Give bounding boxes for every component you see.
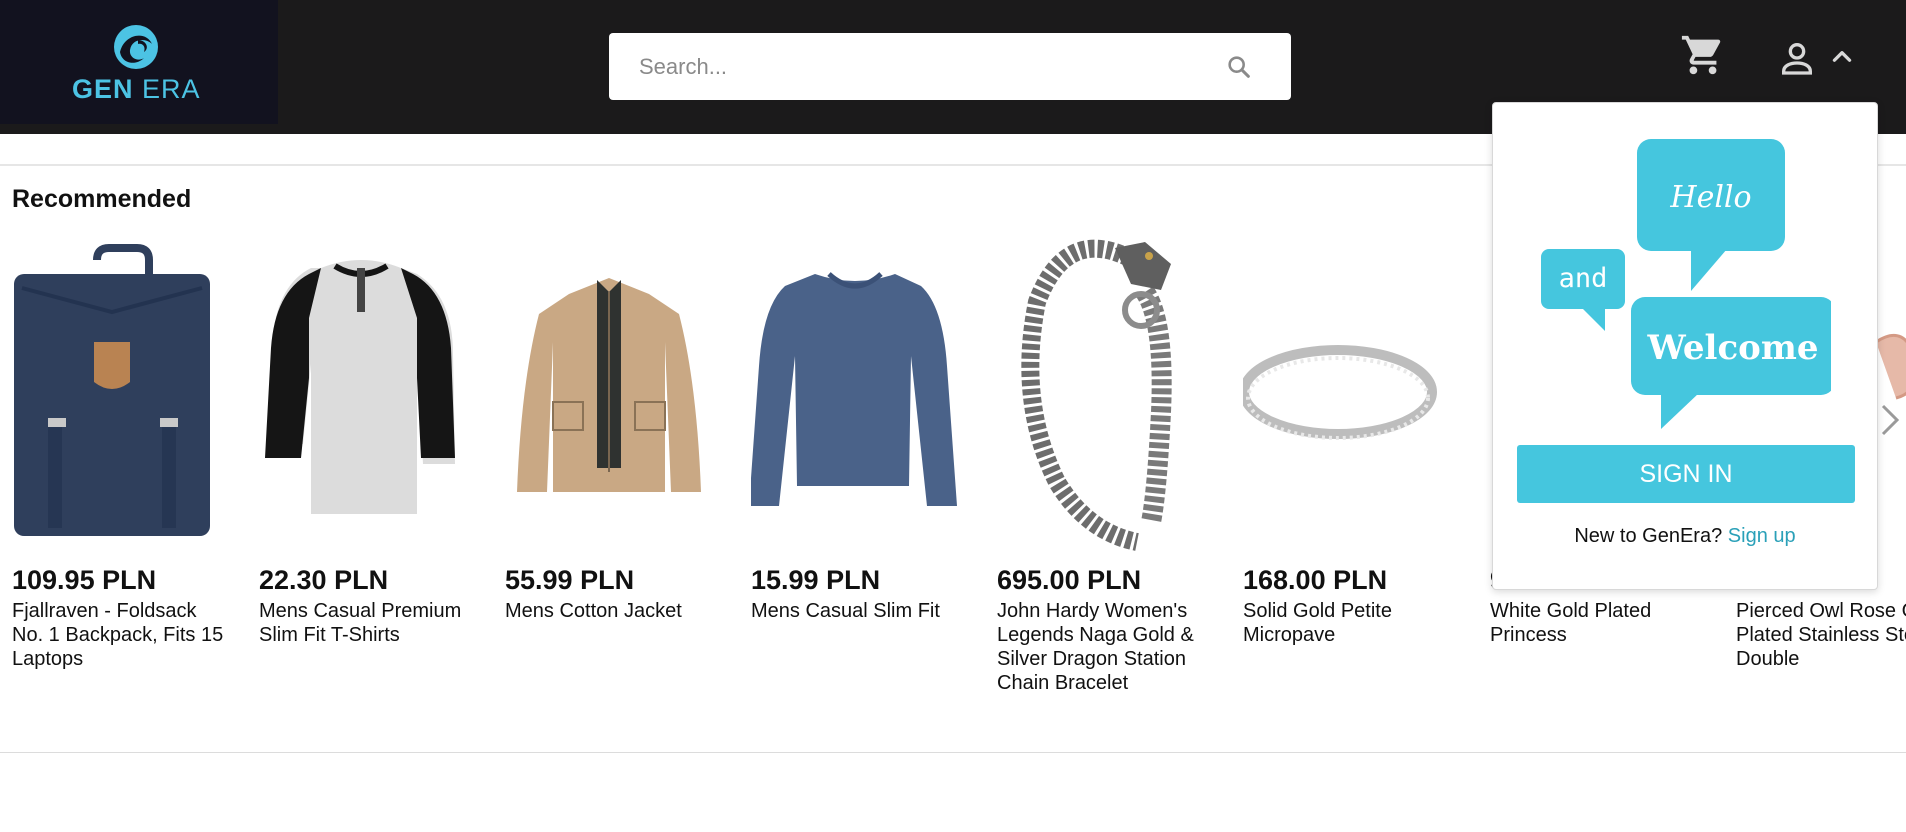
product-name[interactable]: Fjallraven - Foldsack No. 1 Backpack, Fi… bbox=[12, 599, 232, 671]
user-icon[interactable] bbox=[1777, 38, 1817, 78]
product-image-jacket[interactable] bbox=[505, 222, 735, 552]
sign-in-button[interactable]: SIGN IN bbox=[1517, 445, 1855, 503]
product-card[interactable]: 55.99 PLN Mens Cotton Jacket bbox=[505, 222, 735, 702]
product-price: 109.95 PLN bbox=[12, 565, 157, 595]
product-price: 15.99 PLN bbox=[751, 565, 881, 595]
search-bar[interactable]: Search... bbox=[609, 33, 1291, 100]
product-image-bracelet[interactable] bbox=[997, 222, 1227, 552]
product-name[interactable]: Mens Casual Slim Fit bbox=[751, 599, 971, 623]
product-name[interactable]: John Hardy Women's Legends Naga Gold & S… bbox=[997, 599, 1217, 695]
section-title: Recommended bbox=[12, 185, 192, 213]
product-card[interactable]: 695.00 PLN John Hardy Women's Legends Na… bbox=[997, 222, 1227, 702]
product-name[interactable]: Mens Casual Premium Slim Fit T-Shirts bbox=[259, 599, 479, 647]
product-image-longsleeve[interactable] bbox=[751, 222, 981, 552]
product-image-backpack[interactable] bbox=[12, 222, 242, 552]
signup-prompt: New to GenEra? Sign up bbox=[1493, 525, 1877, 548]
bubble-hello-text: Hello bbox=[1669, 180, 1751, 215]
bubble-welcome-text: Welcome bbox=[1647, 328, 1819, 368]
product-price: 168.00 PLN bbox=[1243, 565, 1388, 595]
sign-up-link[interactable]: Sign up bbox=[1728, 525, 1796, 547]
logo[interactable]: GEN ERA bbox=[0, 0, 278, 124]
chevron-right-icon[interactable] bbox=[1877, 402, 1903, 438]
product-card[interactable]: 109.95 PLN Fjallraven - Foldsack No. 1 B… bbox=[12, 222, 242, 702]
account-dropdown: Hello and Welcome SIGN IN New to GenEra?… bbox=[1492, 102, 1878, 590]
product-card[interactable]: 15.99 PLN Mens Casual Slim Fit bbox=[751, 222, 981, 702]
section-divider bbox=[0, 752, 1906, 753]
search-icon[interactable] bbox=[1225, 53, 1253, 81]
brand-name-light: ERA bbox=[142, 74, 201, 104]
chevron-up-icon[interactable] bbox=[1829, 44, 1855, 70]
cart-icon[interactable] bbox=[1680, 32, 1726, 78]
signup-prompt-text: New to GenEra? bbox=[1574, 525, 1723, 547]
bubble-and-text: and bbox=[1559, 263, 1608, 294]
product-price: 22.30 PLN bbox=[259, 565, 389, 595]
product-card[interactable]: 168.00 PLN Solid Gold Petite Micropave bbox=[1243, 222, 1473, 702]
product-card[interactable]: 22.30 PLN Mens Casual Premium Slim Fit T… bbox=[259, 222, 489, 702]
product-name[interactable]: Pierced Owl Rose Gold Plated Stainless S… bbox=[1736, 599, 1906, 671]
brand-name-bold: GEN bbox=[72, 74, 134, 104]
wave-logo-icon bbox=[114, 25, 158, 69]
product-name[interactable]: White Gold Plated Princess bbox=[1490, 599, 1710, 647]
product-image-ring[interactable] bbox=[1243, 222, 1473, 552]
product-image-tshirt[interactable] bbox=[259, 222, 489, 552]
brand-name: GEN ERA bbox=[72, 74, 201, 105]
welcome-bubbles-illustration: Hello and Welcome bbox=[1541, 139, 1831, 429]
search-input[interactable]: Search... bbox=[639, 54, 727, 80]
product-name[interactable]: Solid Gold Petite Micropave bbox=[1243, 599, 1463, 647]
product-price: 55.99 PLN bbox=[505, 565, 635, 595]
product-name[interactable]: Mens Cotton Jacket bbox=[505, 599, 725, 623]
product-price: 695.00 PLN bbox=[997, 565, 1142, 595]
